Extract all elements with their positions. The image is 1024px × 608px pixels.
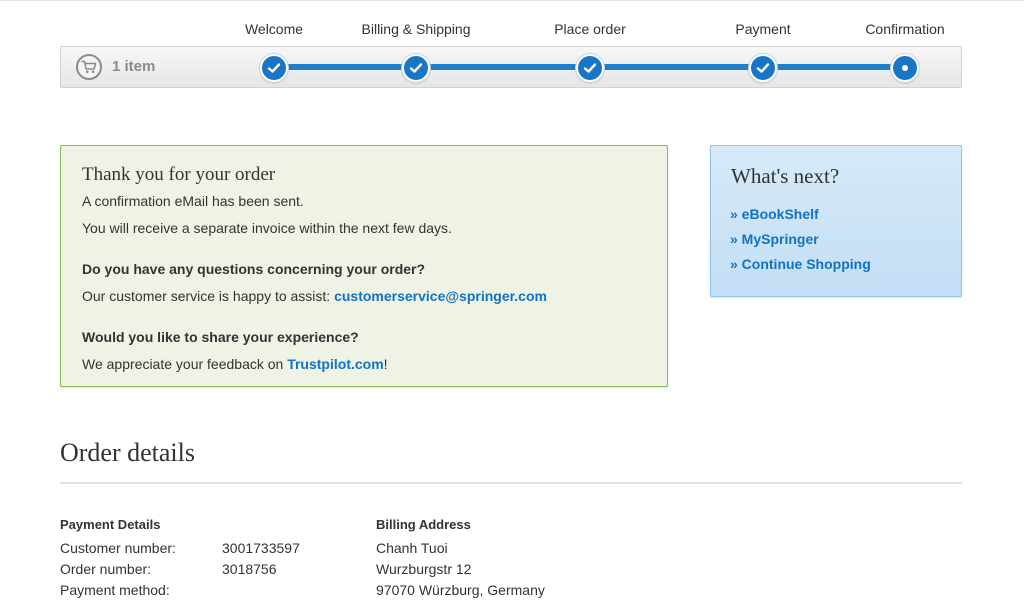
customer-service-prefix: Our customer service is happy to assist:: [82, 288, 335, 304]
checkout-progress-bar: 1 item: [60, 46, 962, 88]
customer-number-value: 3001733597: [222, 540, 300, 556]
cart-icon[interactable]: [76, 54, 102, 80]
order-confirmation-panel: Thank you for your order A confirmation …: [60, 145, 668, 387]
step-label-billing-shipping: Billing & Shipping: [361, 21, 471, 37]
customer-service-email-link[interactable]: customerservice@springer.com: [334, 288, 547, 304]
thanks-title: Thank you for your order: [82, 164, 276, 185]
continue-shopping-link[interactable]: » Continue Shopping: [730, 255, 871, 273]
billing-street: Wurzburgstr 12: [376, 561, 472, 577]
customer-number-label: Customer number:: [60, 540, 176, 556]
billing-address-heading: Billing Address: [376, 517, 471, 532]
checkmark-icon: [583, 63, 597, 73]
checkmark-icon: [756, 63, 770, 73]
cart-item-count[interactable]: 1 item: [112, 58, 155, 76]
order-number-value: 3018756: [222, 561, 277, 577]
billing-city-country: 97070 Würzburg, Germany: [376, 582, 545, 598]
current-step-dot-icon: [902, 65, 908, 71]
feedback-suffix: !: [383, 356, 388, 372]
step-place-order-complete: [576, 54, 604, 82]
whats-next-panel: What's next? » eBookShelf » MySpringer »…: [710, 145, 962, 297]
whats-next-title: What's next?: [731, 164, 840, 188]
order-details-divider: [60, 482, 962, 484]
checkmark-icon: [409, 63, 423, 73]
ebookshelf-link[interactable]: » eBookShelf: [730, 205, 819, 223]
step-label-place-order: Place order: [554, 21, 626, 37]
top-divider: [0, 0, 1024, 1]
invoice-text: You will receive a separate invoice with…: [82, 220, 452, 236]
order-number-label: Order number:: [60, 561, 152, 577]
questions-heading: Do you have any questions concerning you…: [82, 261, 426, 277]
share-experience-heading: Would you like to share your experience?: [82, 329, 359, 345]
payment-details-heading: Payment Details: [60, 517, 161, 532]
order-details-title: Order details: [60, 438, 196, 467]
step-label-confirmation: Confirmation: [865, 21, 945, 37]
step-welcome-complete: [260, 54, 288, 82]
step-label-payment: Payment: [735, 21, 791, 37]
customer-service-text: Our customer service is happy to assist:…: [82, 287, 547, 305]
myspringer-link[interactable]: » MySpringer: [730, 230, 819, 248]
payment-method-label: Payment method:: [60, 582, 170, 598]
checkmark-icon: [267, 63, 281, 73]
step-label-welcome: Welcome: [244, 21, 304, 37]
trustpilot-link[interactable]: Trustpilot.com: [287, 356, 383, 372]
confirmation-email-text: A confirmation eMail has been sent.: [82, 193, 304, 209]
step-billing-complete: [402, 54, 430, 82]
step-payment-complete: [749, 54, 777, 82]
billing-name: Chanh Tuoi: [376, 540, 448, 556]
step-confirmation-current: [891, 54, 919, 82]
feedback-text: We appreciate your feedback on Trustpilo…: [82, 355, 388, 373]
feedback-prefix: We appreciate your feedback on: [82, 356, 288, 372]
